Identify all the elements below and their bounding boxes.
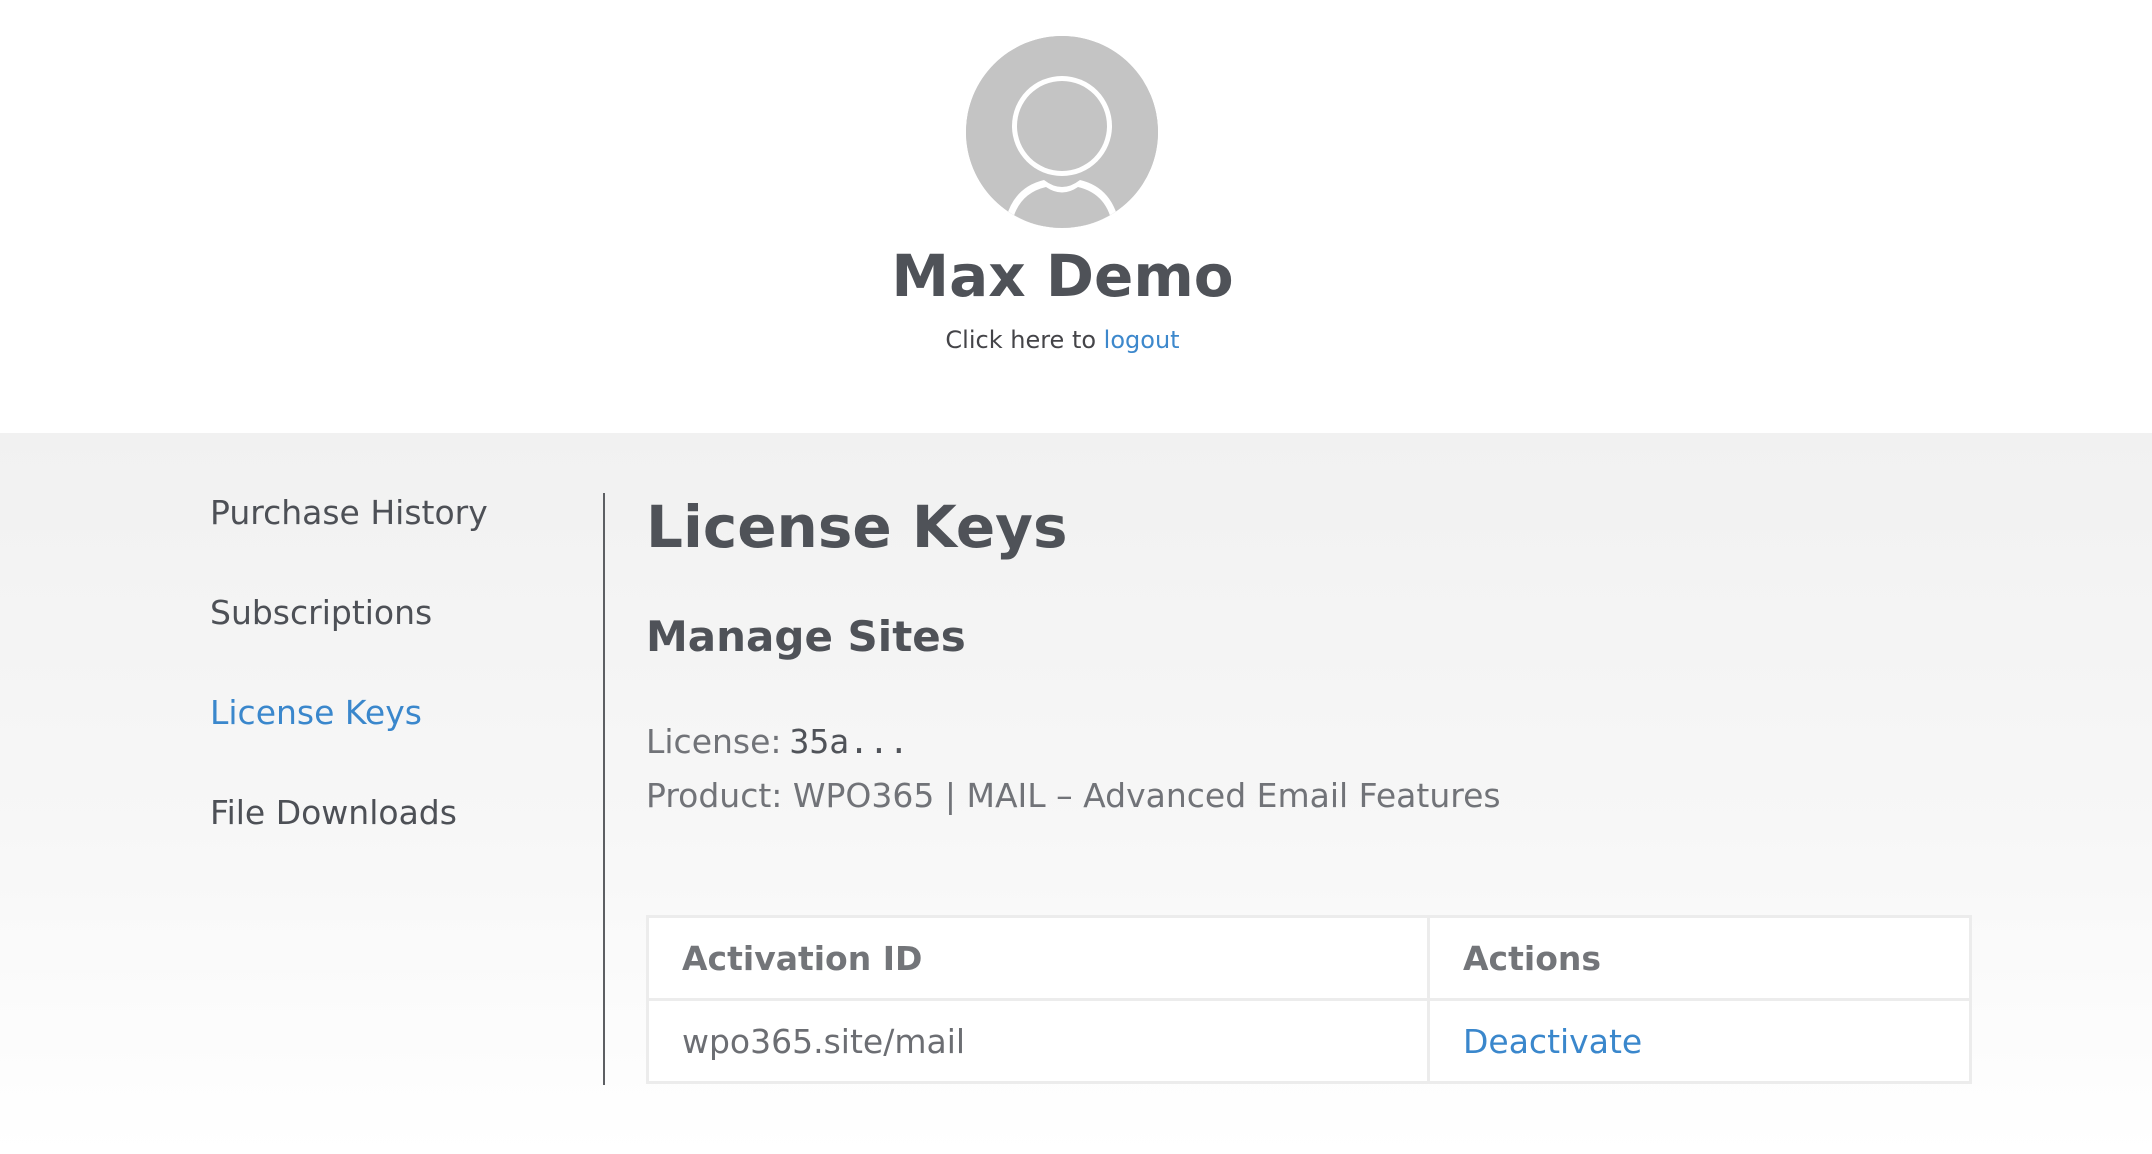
account-page: Max Demo Click here to logout Purchase H… — [0, 0, 2152, 1154]
logout-prompt: Click here to logout — [0, 322, 2125, 358]
license-info: License: 35a... Product: WPO365 | MAIL – … — [646, 715, 1976, 823]
user-name: Max Demo — [891, 242, 1234, 310]
column-header-activation-id: Activation ID — [646, 915, 1430, 1001]
license-key-value: 35a... — [789, 722, 909, 761]
page-title: License Keys — [646, 493, 1068, 561]
actions-cell: Deactivate — [1427, 998, 1972, 1084]
account-sidebar: Purchase History Subscriptions License K… — [210, 493, 590, 893]
license-label: License: — [646, 722, 782, 761]
deactivate-link[interactable]: Deactivate — [1463, 1022, 1642, 1061]
sidebar-item-subscriptions[interactable]: Subscriptions — [210, 593, 590, 633]
table-row: wpo365.site/mail Deactivate — [646, 998, 1972, 1084]
sidebar-divider — [603, 493, 605, 1085]
logout-link[interactable]: logout — [1104, 326, 1180, 354]
column-header-actions: Actions — [1427, 915, 1972, 1001]
product-line: Product: WPO365 | MAIL – Advanced Email … — [646, 776, 1501, 815]
sidebar-item-file-downloads[interactable]: File Downloads — [210, 793, 590, 833]
sidebar-item-license-keys[interactable]: License Keys — [210, 693, 590, 733]
default-user-avatar-icon — [966, 36, 1158, 228]
profile-header: Max Demo Click here to logout — [0, 0, 2152, 433]
activation-id-cell: wpo365.site/mail — [646, 998, 1430, 1084]
account-content-area: Purchase History Subscriptions License K… — [0, 433, 2152, 1154]
logout-prefix-text: Click here to — [945, 326, 1104, 354]
license-keys-panel: License Keys Manage Sites License: 35a...… — [646, 489, 1976, 1084]
license-line: License: 35a... — [646, 715, 1976, 769]
activations-table: Activation ID Actions wpo365.site/mail D… — [646, 915, 1972, 1084]
sidebar-item-purchase-history[interactable]: Purchase History — [210, 493, 590, 533]
section-title: Manage Sites — [646, 612, 966, 661]
table-header-row: Activation ID Actions — [646, 915, 1972, 1001]
